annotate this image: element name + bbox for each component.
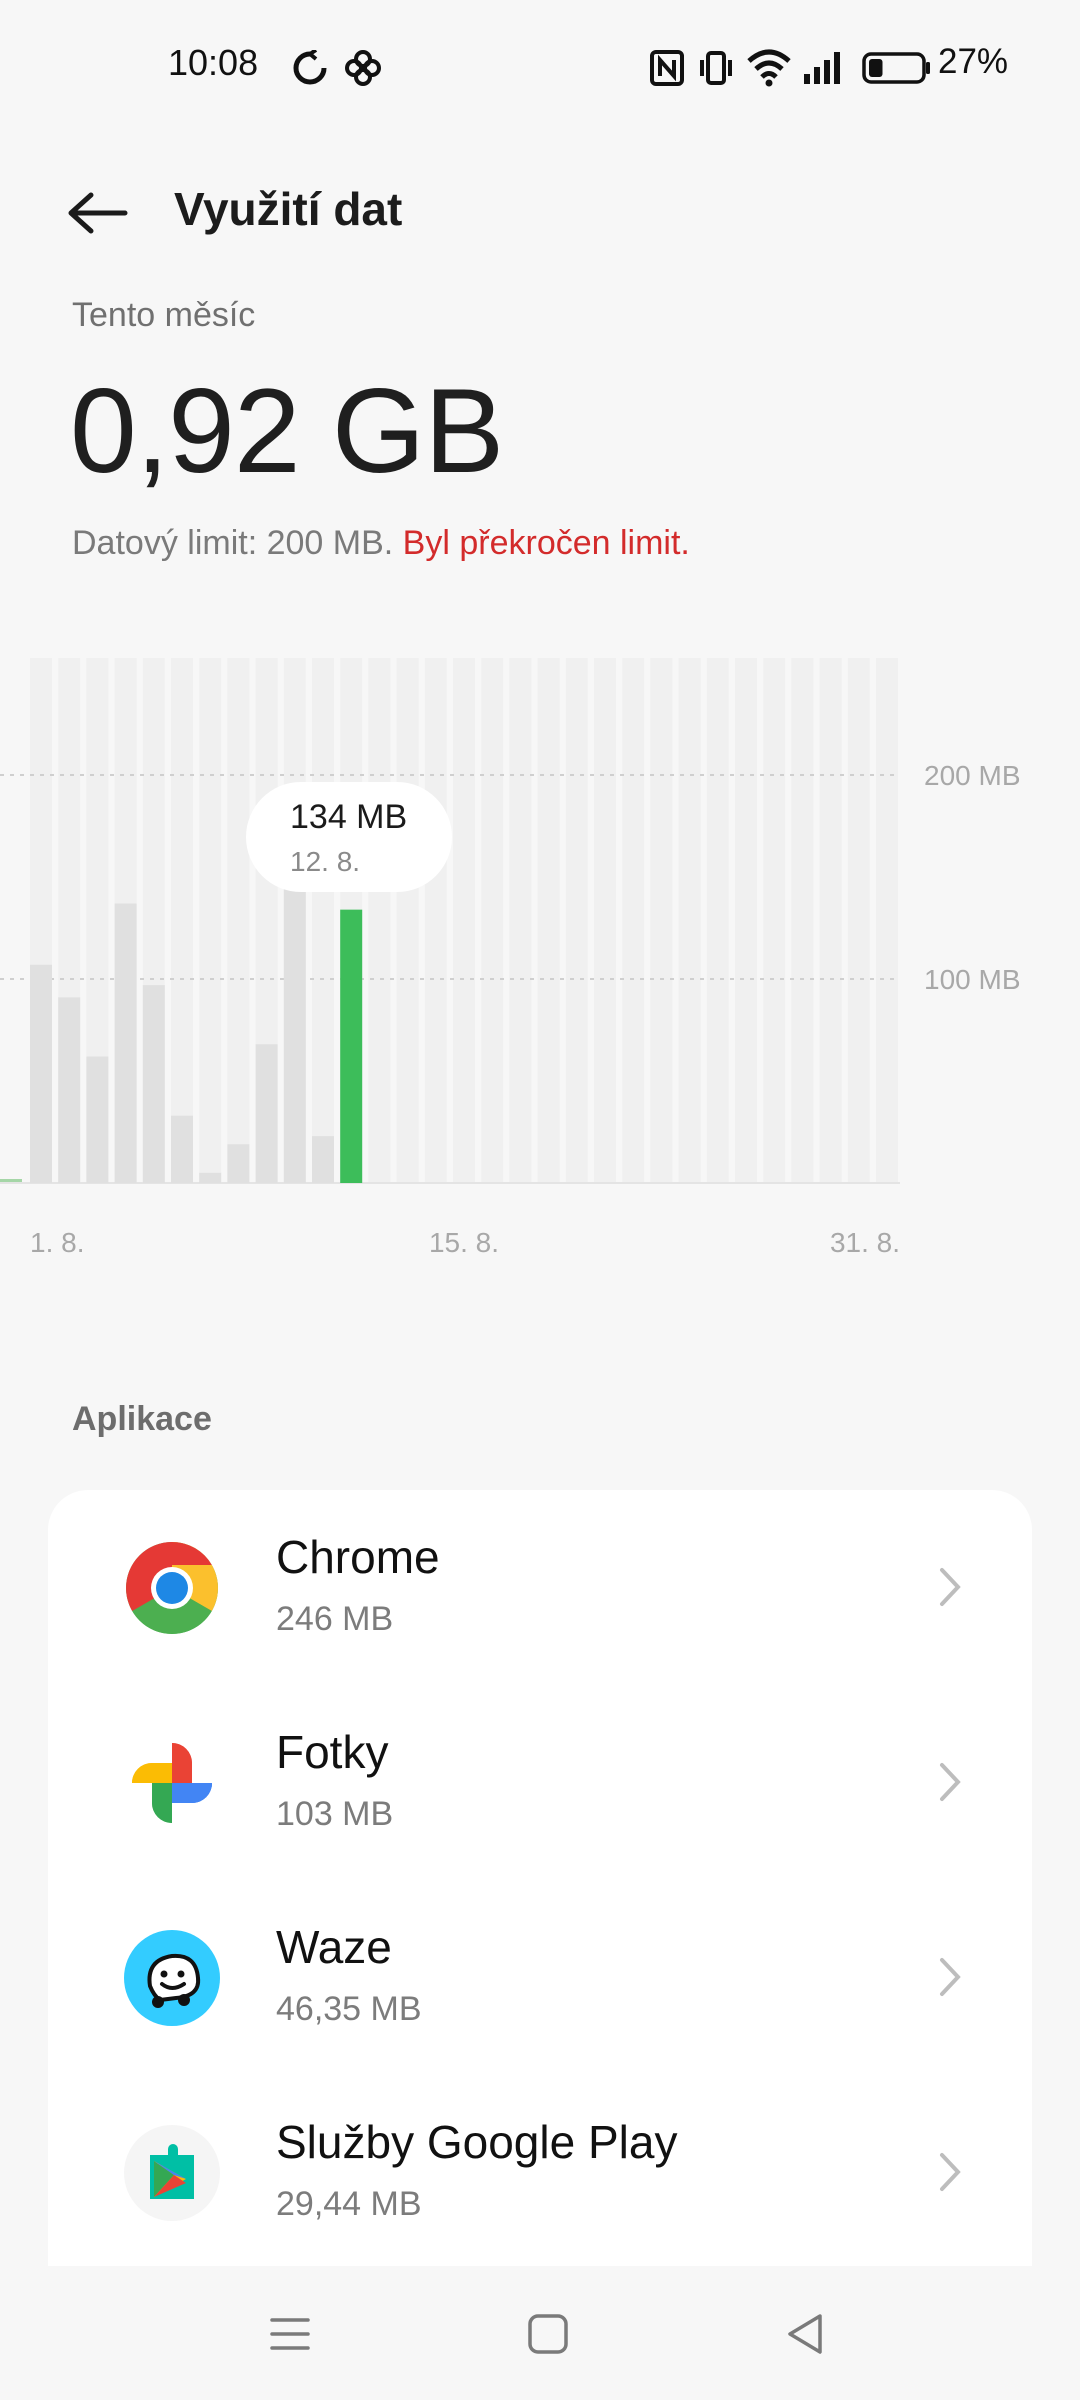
day-column[interactable] [735, 658, 757, 1183]
bar[interactable] [255, 1044, 278, 1183]
day-column[interactable] [171, 658, 193, 1183]
bar[interactable] [58, 997, 81, 1183]
y-axis-label: 200 MB [924, 760, 1021, 791]
day-column[interactable] [537, 658, 560, 1183]
bar[interactable] [227, 1144, 250, 1183]
day-column[interactable] [481, 658, 504, 1183]
app-row-google-play-services[interactable]: Služby Google Play 29,44 MB [48, 2075, 1032, 2270]
day-column[interactable] [763, 658, 786, 1183]
recents-button[interactable] [250, 2296, 330, 2372]
bar[interactable] [312, 1136, 334, 1183]
wifi-icon [747, 49, 791, 87]
day-column[interactable] [876, 658, 898, 1183]
app-usage: 246 MB [276, 1600, 394, 1638]
page-title: Využití dat [174, 183, 403, 235]
app-usage: 29,44 MB [276, 2185, 422, 2223]
bar[interactable] [114, 903, 137, 1183]
app-row-fotky[interactable]: Fotky 103 MB [48, 1685, 1032, 1880]
bar-selected[interactable] [340, 909, 363, 1183]
day-column[interactable] [847, 658, 870, 1183]
menu-icon [270, 2318, 310, 2350]
bar[interactable] [171, 1115, 193, 1183]
app-name: Služby Google Play [276, 2116, 678, 2168]
back-button[interactable] [58, 178, 138, 248]
day-column[interactable] [424, 658, 447, 1183]
home-button[interactable] [508, 2296, 588, 2372]
status-time: 10:08 [168, 42, 259, 83]
limit-label: Datový limit: 200 MB. [72, 524, 394, 562]
day-column[interactable] [819, 658, 842, 1183]
day-column[interactable] [622, 658, 645, 1183]
app-row-chrome[interactable]: Chrome 246 MB [48, 1490, 1032, 1685]
google-photos-icon [132, 1743, 212, 1823]
back-triangle-icon [788, 2314, 822, 2354]
data-usage-chart[interactable]: 200 MB 100 MB 1. 8. 15. 8. 31. 8. [0, 650, 1080, 1270]
x-axis-label: 1. 8. [30, 1227, 84, 1258]
battery-percentage: 27% [938, 42, 1009, 81]
total-usage-value: 0,92 GB [70, 364, 504, 498]
day-column[interactable] [368, 658, 391, 1183]
pinwheel-icon [345, 50, 381, 86]
day-column[interactable] [594, 658, 616, 1183]
vibrate-icon [700, 51, 732, 85]
day-column[interactable] [791, 658, 814, 1183]
apps-list: Chrome 246 MB Fotky 103 MB Waze 46,35 MB… [48, 1490, 1032, 2270]
nfc-icon [650, 50, 684, 86]
data-limit-text: Datový limit: 200 MB. Byl překročen limi… [72, 524, 690, 563]
chevron-right-icon [940, 2153, 961, 2191]
chevron-right-icon [940, 1568, 961, 1606]
day-column[interactable] [706, 658, 729, 1183]
bar[interactable] [86, 1056, 109, 1183]
bar[interactable] [283, 889, 306, 1183]
bar[interactable] [30, 964, 52, 1183]
period-label: Tento měsíc [72, 296, 256, 334]
chrome-icon [126, 1542, 218, 1634]
x-axis-label: 15. 8. [429, 1227, 499, 1258]
tooltip-date: 12. 8. [290, 846, 361, 877]
arrow-left-icon [68, 192, 128, 234]
chevron-right-icon [940, 1763, 961, 1801]
signal-icon [804, 52, 840, 84]
day-column[interactable] [453, 658, 475, 1183]
day-column[interactable] [312, 658, 334, 1183]
limit-exceeded-warning: Byl překročen limit. [402, 524, 690, 562]
day-column[interactable] [565, 658, 588, 1183]
google-play-services-icon [124, 2125, 220, 2221]
app-row-waze[interactable]: Waze 46,35 MB [48, 1880, 1032, 2075]
app-usage: 103 MB [276, 1795, 394, 1833]
app-name: Waze [276, 1921, 392, 1973]
day-column[interactable] [650, 658, 673, 1183]
chevron-right-icon [940, 1958, 961, 1996]
day-column[interactable] [509, 658, 532, 1183]
apps-section-heading: Aplikace [72, 1400, 212, 1438]
app-usage: 46,35 MB [276, 1990, 422, 2028]
sync-icon [293, 50, 327, 85]
app-name: Chrome [276, 1531, 440, 1583]
bar[interactable] [142, 985, 165, 1183]
day-column[interactable] [199, 658, 222, 1183]
home-icon [528, 2314, 568, 2354]
app-name: Fotky [276, 1726, 389, 1778]
y-axis-label: 100 MB [924, 964, 1021, 995]
day-column[interactable] [396, 658, 419, 1183]
waze-icon [124, 1930, 220, 2026]
nav-back-button[interactable] [766, 2296, 846, 2372]
tooltip-value: 134 MB [290, 798, 408, 836]
bar[interactable] [199, 1172, 222, 1183]
day-column[interactable] [227, 658, 250, 1183]
x-axis-label: 31. 8. [830, 1227, 900, 1258]
day-column[interactable] [678, 658, 701, 1183]
battery-icon [862, 52, 930, 84]
